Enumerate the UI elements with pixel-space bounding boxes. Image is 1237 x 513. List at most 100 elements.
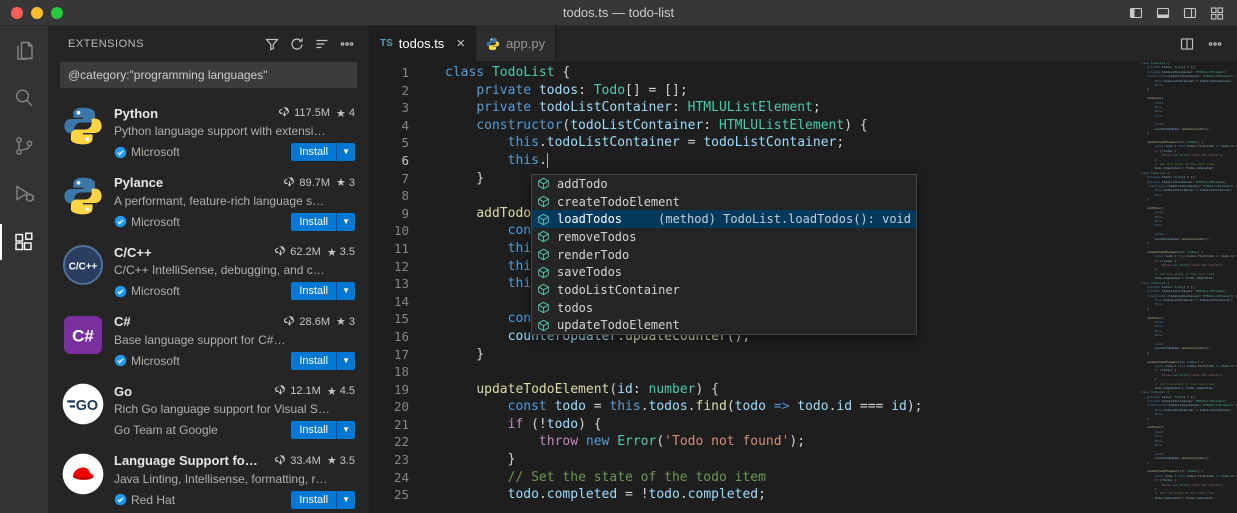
install-dropdown-icon[interactable]: ▼ [337, 491, 355, 509]
run-debug-icon[interactable] [0, 170, 48, 218]
tab-todos-ts[interactable]: TS todos.ts × [370, 26, 476, 61]
code-token: throw [539, 434, 578, 449]
code-token: private [476, 100, 531, 115]
suggest-item[interactable]: saveTodos [532, 263, 916, 281]
code-line[interactable]: 17 } [370, 346, 1140, 364]
minimap[interactable]: class TodoList { private todos: Todo[] =… [1140, 61, 1237, 513]
line-number: 4 [370, 117, 409, 135]
code-token [445, 434, 539, 449]
install-button[interactable]: Install ▼ [291, 282, 355, 300]
code-line[interactable]: 5 this.todoListContainer = todoListConta… [370, 134, 1140, 152]
close-tab-icon[interactable]: × [456, 36, 465, 51]
window-controls [11, 7, 63, 19]
symbol-field-icon [537, 283, 553, 297]
clear-search-results-icon[interactable] [314, 36, 330, 52]
extension-list-item[interactable]: GO Go 12.1M ★ 4.5 Rich Go language suppo… [48, 375, 369, 445]
customize-layout-icon[interactable] [1209, 5, 1225, 21]
close-window-button[interactable] [11, 7, 23, 19]
install-dropdown-icon[interactable]: ▼ [337, 282, 355, 300]
code-token: } [445, 452, 515, 467]
filter-icon[interactable] [264, 36, 280, 52]
line-number: 1 [370, 64, 409, 82]
code-line[interactable]: 25 todo.completed = !todo.completed; [370, 486, 1140, 504]
sidebar-title: EXTENSIONS [68, 38, 144, 50]
install-button[interactable]: Install ▼ [291, 491, 355, 509]
extension-list-item[interactable]: C/C++ C/C++ 62.2M ★ 3.5 C/C++ IntelliSen… [48, 236, 369, 306]
symbol-method-icon [537, 230, 553, 244]
install-dropdown-icon[interactable]: ▼ [337, 352, 355, 370]
tab-app-py[interactable]: app.py [476, 26, 556, 61]
code-token [445, 118, 476, 133]
suggest-item[interactable]: todoListContainer [532, 281, 916, 299]
install-dropdown-icon[interactable]: ▼ [337, 421, 355, 439]
extensions-search-input[interactable] [60, 62, 357, 88]
verified-publisher-icon [114, 354, 127, 367]
extension-downloads: 12.1M [290, 385, 321, 397]
install-dropdown-icon[interactable]: ▼ [337, 213, 355, 231]
code-line[interactable]: 24 // Set the state of the todo item [370, 469, 1140, 487]
code-line[interactable]: 22 throw new Error('Todo not found'); [370, 433, 1140, 451]
suggest-item[interactable]: loadTodos(method) TodoList.loadTodos(): … [532, 210, 916, 228]
search-icon[interactable] [0, 74, 48, 122]
toggle-primary-sidebar-icon[interactable] [1128, 5, 1144, 21]
code-line[interactable]: 1class TodoList { [370, 64, 1140, 82]
line-number: 25 [370, 486, 409, 504]
split-editor-icon[interactable] [1179, 36, 1195, 52]
extension-list-item[interactable]: C# C# 28.6M ★ 3 Base language support fo… [48, 306, 369, 376]
code-token: ; [813, 100, 821, 115]
explorer-icon[interactable] [0, 26, 48, 74]
install-button[interactable]: Install ▼ [291, 352, 355, 370]
extensions-icon[interactable] [0, 218, 48, 266]
code-line[interactable]: 19 updateTodoElement(id: number) { [370, 381, 1140, 399]
star-icon: ★ [327, 385, 337, 398]
editor-more-actions-icon[interactable] [1207, 36, 1223, 52]
minimize-window-button[interactable] [31, 7, 43, 19]
code-line[interactable]: 4 constructor(todoListContainer: HTMLULi… [370, 117, 1140, 135]
install-button-label: Install [291, 494, 336, 506]
install-dropdown-icon[interactable]: ▼ [337, 143, 355, 161]
toggle-panel-icon[interactable] [1155, 5, 1171, 21]
star-icon: ★ [327, 246, 337, 259]
code-line[interactable]: 2 private todos: Todo[] = []; [370, 82, 1140, 100]
extension-rating: 3.5 [340, 455, 355, 467]
star-icon: ★ [336, 315, 346, 328]
zoom-window-button[interactable] [51, 7, 63, 19]
extension-list-item[interactable]: Language Support fo… 33.4M ★ 3.5 Java Li… [48, 445, 369, 513]
extension-list-item[interactable]: Pylance 89.7M ★ 3 A performant, feature-… [48, 167, 369, 237]
code-token: ) { [844, 118, 867, 133]
suggest-item[interactable]: updateTodoElement [532, 317, 916, 335]
more-actions-icon[interactable] [339, 36, 355, 52]
toggle-secondary-sidebar-icon[interactable] [1182, 5, 1198, 21]
suggest-item[interactable]: todos [532, 299, 916, 317]
code-line[interactable]: 21 if (!todo) { [370, 416, 1140, 434]
extension-publisher: Microsoft [131, 215, 180, 229]
suggest-item[interactable]: renderTodo [532, 246, 916, 264]
code-token [445, 206, 476, 221]
install-button[interactable]: Install ▼ [291, 143, 355, 161]
code-token: : [633, 382, 649, 397]
extension-name: Language Support fo… [114, 453, 258, 468]
code-line[interactable]: 20 const todo = this.todos.find(todo => … [370, 398, 1140, 416]
suggest-item[interactable]: createTodoElement [532, 193, 916, 211]
code-line[interactable]: 23 } [370, 451, 1140, 469]
refresh-icon[interactable] [289, 36, 305, 52]
code-line[interactable]: 18 [370, 363, 1140, 381]
code-token: ( [727, 399, 735, 414]
suggest-label: createTodoElement [557, 195, 680, 209]
line-number: 16 [370, 328, 409, 346]
install-button[interactable]: Install ▼ [291, 421, 355, 439]
code-token: . [539, 135, 547, 150]
code-token [445, 329, 508, 344]
suggest-item[interactable]: removeTodos [532, 228, 916, 246]
code-line[interactable]: 3 private todoListContainer: HTMLUListEl… [370, 99, 1140, 117]
source-control-icon[interactable] [0, 122, 48, 170]
line-number: 19 [370, 381, 409, 399]
code-token [547, 399, 555, 414]
extension-rating: 3 [349, 316, 355, 328]
code-token [445, 276, 508, 291]
install-button[interactable]: Install ▼ [291, 213, 355, 231]
extension-list-item[interactable]: Python 117.5M ★ 4 Python language suppor… [48, 97, 369, 167]
suggest-item[interactable]: addTodo [532, 175, 916, 193]
code-line[interactable]: 6 this. [370, 152, 1140, 170]
extension-downloads: 117.5M [294, 107, 330, 119]
